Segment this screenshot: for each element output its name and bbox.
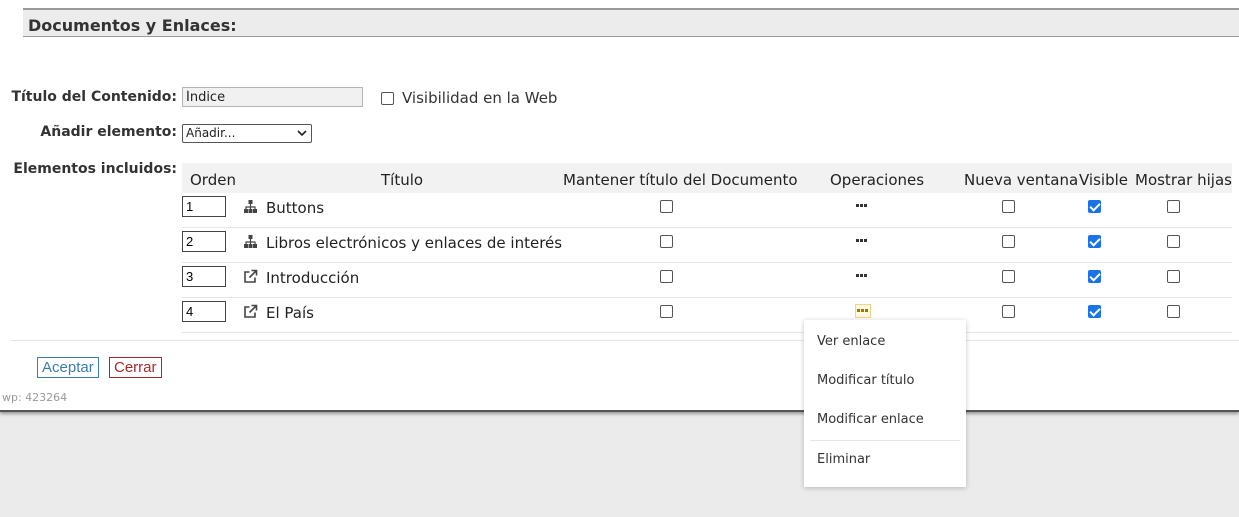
header-title: Título xyxy=(381,171,424,189)
header-new-window: Nueva ventana xyxy=(964,171,1079,189)
keep-title-checkbox[interactable] xyxy=(660,235,673,248)
add-element-selected: Añadir... xyxy=(186,126,236,140)
order-input[interactable] xyxy=(182,266,226,287)
operations-menu-button[interactable] xyxy=(855,234,871,248)
show-children-checkbox[interactable] xyxy=(1167,200,1180,213)
visible-checkbox[interactable] xyxy=(1088,305,1101,318)
table-header: Orden Título Mantener título del Documen… xyxy=(182,163,1232,193)
accept-button[interactable]: Aceptar xyxy=(37,357,99,378)
header-order: Orden xyxy=(190,171,236,189)
included-elements-table: Orden Título Mantener título del Documen… xyxy=(182,163,1232,333)
close-button[interactable]: Cerrar xyxy=(109,357,162,378)
row-title: Introducción xyxy=(266,269,360,287)
order-input[interactable] xyxy=(182,196,226,217)
section-title: Documentos y Enlaces: xyxy=(28,16,237,35)
web-visibility-checkbox[interactable] xyxy=(381,91,394,105)
header-show-children: Mostrar hijas xyxy=(1135,171,1232,189)
keep-title-checkbox[interactable] xyxy=(660,200,673,213)
ellipsis-icon xyxy=(856,274,868,277)
new-window-checkbox[interactable] xyxy=(1002,200,1015,213)
keep-title-checkbox[interactable] xyxy=(660,305,673,318)
row-title: El País xyxy=(266,304,314,322)
operations-menu-button[interactable] xyxy=(855,199,871,213)
external-link-icon xyxy=(243,304,258,319)
table-row: Libros electrónicos y enlaces de interés xyxy=(182,228,1232,263)
section-header: Documentos y Enlaces: xyxy=(23,8,1239,37)
sitemap-icon xyxy=(243,199,258,214)
add-element-label: Añadir elemento: xyxy=(40,124,177,140)
order-input[interactable] xyxy=(182,301,226,322)
ellipsis-icon xyxy=(856,204,868,207)
menu-item-edit-title[interactable]: Modificar título xyxy=(817,373,914,388)
new-window-checkbox[interactable] xyxy=(1002,270,1015,283)
menu-item-edit-link[interactable]: Modificar enlace xyxy=(817,412,924,427)
row-title: Libros electrónicos y enlaces de interés xyxy=(266,234,563,252)
menu-separator xyxy=(810,440,960,441)
keep-title-checkbox[interactable] xyxy=(660,270,673,283)
operations-context-menu: Ver enlace Modificar título Modificar en… xyxy=(804,320,966,487)
web-visibility-toggle[interactable]: Visibilidad en la Web xyxy=(381,88,557,108)
ellipsis-icon xyxy=(856,239,868,242)
table-row: El País xyxy=(182,298,1232,333)
content-title-label: Título del Contenido: xyxy=(11,89,177,105)
documents-panel: Documentos y Enlaces: Título del Conteni… xyxy=(0,0,1239,412)
header-keep-title: Mantener título del Documento xyxy=(563,171,798,189)
show-children-checkbox[interactable] xyxy=(1167,270,1180,283)
visible-checkbox[interactable] xyxy=(1088,235,1101,248)
new-window-checkbox[interactable] xyxy=(1002,305,1015,318)
header-visible: Visible xyxy=(1079,171,1128,189)
table-row: Introducción xyxy=(182,263,1232,298)
chevron-down-icon xyxy=(297,126,307,143)
header-operations: Operaciones xyxy=(830,171,925,189)
visible-checkbox[interactable] xyxy=(1088,270,1101,283)
order-input[interactable] xyxy=(182,231,226,252)
menu-item-view-link[interactable]: Ver enlace xyxy=(817,334,885,349)
external-link-icon xyxy=(243,269,258,284)
row-title: Buttons xyxy=(266,199,325,217)
content-title-input[interactable] xyxy=(182,87,363,107)
sitemap-icon xyxy=(243,234,258,249)
show-children-checkbox[interactable] xyxy=(1167,305,1180,318)
web-visibility-label: Visibilidad en la Web xyxy=(402,89,558,107)
new-window-checkbox[interactable] xyxy=(1002,235,1015,248)
wp-id-label: wp: 423264 xyxy=(2,391,68,404)
operations-menu-button[interactable] xyxy=(855,269,871,283)
ellipsis-icon xyxy=(857,309,869,312)
divider xyxy=(10,340,1239,341)
operations-menu-button[interactable] xyxy=(855,304,871,318)
table-row: Buttons xyxy=(182,193,1232,228)
included-elements-label: Elementos incluidos: xyxy=(13,161,177,177)
show-children-checkbox[interactable] xyxy=(1167,235,1180,248)
menu-item-delete[interactable]: Eliminar xyxy=(817,452,870,467)
add-element-select[interactable]: Añadir... xyxy=(182,124,312,143)
visible-checkbox[interactable] xyxy=(1088,200,1101,213)
